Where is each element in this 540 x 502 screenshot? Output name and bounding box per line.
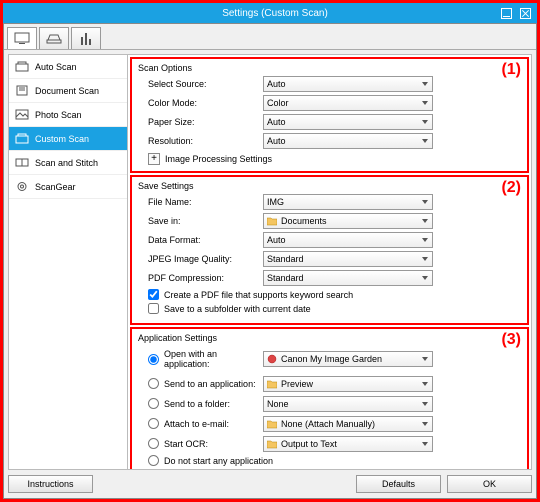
callout-1: (1)	[501, 61, 521, 79]
open-with-radio[interactable]: Open with an application:	[148, 349, 263, 369]
callout-3: (3)	[501, 331, 521, 349]
sidebar-label: ScanGear	[35, 182, 76, 192]
subfolder-checkbox[interactable]: Save to a subfolder with current date	[138, 303, 521, 314]
send-to-folder-radio[interactable]: Send to a folder:	[148, 398, 263, 409]
sidebar-item-photo-scan[interactable]: Photo Scan	[9, 103, 127, 127]
sliders-icon	[81, 33, 91, 45]
sidebar-label: Custom Scan	[35, 134, 89, 144]
data-format-select[interactable]: Auto	[263, 232, 433, 248]
attach-email-radio[interactable]: Attach to e-mail:	[148, 418, 263, 429]
monitor-icon	[14, 32, 30, 45]
sidebar-label: Scan and Stitch	[35, 158, 98, 168]
jpeg-quality-label: JPEG Image Quality:	[148, 254, 263, 264]
resolution-label: Resolution:	[148, 136, 263, 146]
folder-icon	[267, 379, 277, 389]
open-with-select[interactable]: Canon My Image Garden	[263, 351, 433, 367]
document-scan-icon	[15, 85, 29, 96]
sidebar-item-scan-and-stitch[interactable]: Scan and Stitch	[9, 151, 127, 175]
callout-2: (2)	[501, 179, 521, 197]
app-icon	[267, 354, 277, 364]
sidebar-item-auto-scan[interactable]: Auto Scan	[9, 55, 127, 79]
select-source-select[interactable]: Auto	[263, 76, 433, 92]
window-title: Settings (Custom Scan)	[49, 8, 501, 19]
photo-scan-icon	[15, 109, 29, 120]
select-source-label: Select Source:	[148, 79, 263, 89]
close-button[interactable]	[520, 8, 531, 19]
group-title: Application Settings	[138, 333, 521, 343]
instructions-button[interactable]: Instructions	[8, 475, 93, 493]
attach-email-select[interactable]: None (Attach Manually)	[263, 416, 433, 432]
group-title: Scan Options	[138, 63, 521, 73]
sidebar-label: Document Scan	[35, 86, 99, 96]
do-not-start-radio[interactable]: Do not start any application	[138, 455, 521, 466]
pdf-compression-select[interactable]: Standard	[263, 270, 433, 286]
save-in-select[interactable]: Documents	[263, 213, 433, 229]
start-ocr-select[interactable]: Output to Text	[263, 436, 433, 452]
image-processing-toggle[interactable]: +Image Processing Settings	[138, 153, 521, 165]
more-functions-button[interactable]: More Functions	[263, 469, 433, 470]
main-panel: Scan Options (1) Select Source:Auto Colo…	[128, 54, 532, 470]
save-settings-group: Save Settings (2) File Name:IMG Save in:…	[130, 175, 529, 325]
ok-button[interactable]: OK	[447, 475, 532, 493]
color-mode-select[interactable]: Color	[263, 95, 433, 111]
top-tabs	[4, 24, 536, 50]
plus-icon: +	[148, 153, 160, 165]
footer: Instructions Defaults OK	[8, 475, 532, 493]
resolution-select[interactable]: Auto	[263, 133, 433, 149]
send-to-folder-select[interactable]: None	[263, 396, 433, 412]
sidebar-item-document-scan[interactable]: Document Scan	[9, 79, 127, 103]
save-in-label: Save in:	[148, 216, 263, 226]
defaults-button[interactable]: Defaults	[356, 475, 441, 493]
scan-from-panel-tab[interactable]	[39, 27, 69, 49]
title-bar: Settings (Custom Scan)	[3, 3, 537, 23]
application-settings-group: Application Settings (3) Open with an ap…	[130, 327, 529, 470]
keyword-search-checkbox[interactable]: Create a PDF file that supports keyword …	[138, 289, 521, 300]
scan-options-group: Scan Options (1) Select Source:Auto Colo…	[130, 57, 529, 173]
general-settings-tab[interactable]	[71, 27, 101, 49]
sidebar: Auto Scan Document Scan Photo Scan Custo…	[8, 54, 128, 470]
sidebar-item-custom-scan[interactable]: Custom Scan	[9, 127, 127, 151]
send-to-app-radio[interactable]: Send to an application:	[148, 378, 263, 389]
group-title: Save Settings	[138, 181, 521, 191]
scan-from-computer-tab[interactable]	[7, 27, 37, 49]
send-to-app-select[interactable]: Preview	[263, 376, 433, 392]
start-ocr-radio[interactable]: Start OCR:	[148, 438, 263, 449]
paper-size-select[interactable]: Auto	[263, 114, 433, 130]
jpeg-quality-select[interactable]: Standard	[263, 251, 433, 267]
stitch-icon	[15, 157, 29, 168]
auto-scan-icon	[15, 61, 29, 72]
file-name-label: File Name:	[148, 197, 263, 207]
custom-scan-icon	[15, 133, 29, 144]
sidebar-item-scan-gear[interactable]: ScanGear	[9, 175, 127, 199]
folder-icon	[267, 439, 277, 449]
scanner-icon	[46, 33, 62, 44]
minimize-button[interactable]	[501, 8, 512, 19]
paper-size-label: Paper Size:	[148, 117, 263, 127]
folder-icon	[267, 216, 277, 226]
sidebar-label: Photo Scan	[35, 110, 82, 120]
folder-icon	[267, 419, 277, 429]
data-format-label: Data Format:	[148, 235, 263, 245]
color-mode-label: Color Mode:	[148, 98, 263, 108]
file-name-input[interactable]: IMG	[263, 194, 433, 210]
sidebar-label: Auto Scan	[35, 62, 77, 72]
pdf-compression-label: PDF Compression:	[148, 273, 263, 283]
scangear-icon	[15, 181, 29, 192]
